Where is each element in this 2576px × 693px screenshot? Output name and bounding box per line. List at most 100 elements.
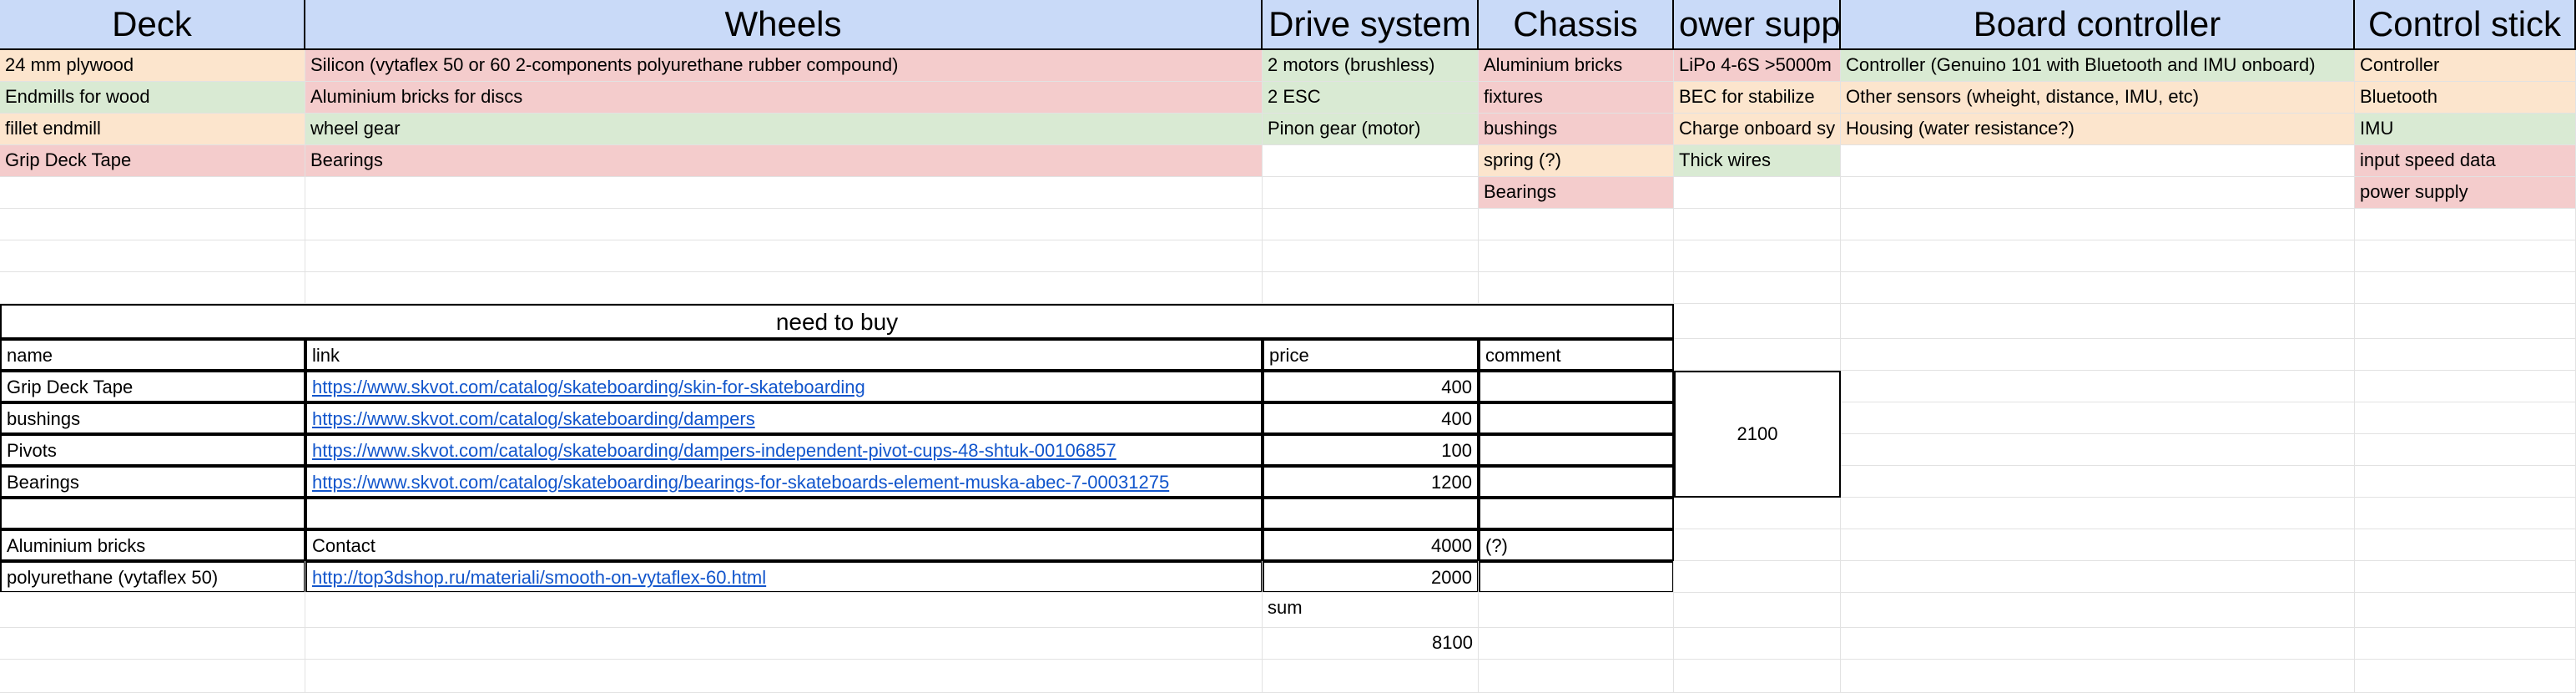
empty-cell[interactable] <box>2355 434 2576 466</box>
empty-cell[interactable] <box>2355 561 2576 593</box>
empty-cell[interactable] <box>2355 272 2576 304</box>
component-cell[interactable]: bushings <box>1479 114 1674 145</box>
header-drive[interactable]: Drive system <box>1263 0 1479 50</box>
buy-item-price[interactable]: 4000 <box>1263 529 1479 561</box>
empty-cell[interactable] <box>1263 209 1479 240</box>
buy-item-name[interactable]: Pivots <box>0 434 305 466</box>
empty-cell[interactable] <box>1674 593 1841 628</box>
empty-cell[interactable] <box>1263 240 1479 272</box>
empty-cell[interactable] <box>305 628 1263 660</box>
buy-item-comment[interactable] <box>1479 466 1674 498</box>
buy-item-comment[interactable] <box>1479 402 1674 434</box>
empty-cell[interactable] <box>2355 240 2576 272</box>
empty-cell[interactable] <box>1674 304 1841 339</box>
buy-item-price[interactable]: 400 <box>1263 371 1479 402</box>
empty-cell[interactable] <box>2355 402 2576 434</box>
empty-cell[interactable] <box>1674 339 1841 371</box>
empty-cell[interactable] <box>1841 561 2355 593</box>
empty-cell[interactable] <box>1841 660 2355 693</box>
empty-cell[interactable] <box>1263 272 1479 304</box>
empty-cell[interactable] <box>1674 240 1841 272</box>
empty-cell[interactable] <box>1479 240 1674 272</box>
empty-cell[interactable] <box>2355 339 2576 371</box>
empty-cell[interactable] <box>2355 466 2576 498</box>
component-cell[interactable]: input speed data <box>2355 145 2576 177</box>
empty-cell[interactable] <box>1479 593 1674 628</box>
empty-cell[interactable] <box>1263 660 1479 693</box>
buy-item-link[interactable]: https://www.skvot.com/catalog/skateboard… <box>305 371 1263 402</box>
empty-cell[interactable] <box>0 593 305 628</box>
empty-cell[interactable] <box>1841 304 2355 339</box>
empty-cell[interactable] <box>1674 561 1841 593</box>
empty-cell[interactable] <box>1841 339 2355 371</box>
empty-cell[interactable] <box>0 628 305 660</box>
component-cell[interactable]: 2 motors (brushless) <box>1263 50 1479 82</box>
component-cell[interactable] <box>1841 177 2355 209</box>
component-cell[interactable]: Pinon gear (motor) <box>1263 114 1479 145</box>
empty-cell[interactable] <box>2355 304 2576 339</box>
empty-cell[interactable] <box>305 272 1263 304</box>
empty-cell[interactable] <box>0 272 305 304</box>
empty-cell[interactable] <box>2355 593 2576 628</box>
component-cell[interactable]: Silicon (vytaflex 50 or 60 2-components … <box>305 50 1263 82</box>
empty-cell[interactable] <box>1841 209 2355 240</box>
buy-item-link[interactable]: https://www.skvot.com/catalog/skateboard… <box>305 466 1263 498</box>
header-chassis[interactable]: Chassis <box>1479 0 1674 50</box>
empty-cell[interactable] <box>1674 272 1841 304</box>
empty-cell[interactable] <box>1479 561 1674 593</box>
empty-cell[interactable] <box>2355 371 2576 402</box>
header-control[interactable]: Control stick <box>2355 0 2576 50</box>
buy-item-comment[interactable] <box>1479 434 1674 466</box>
empty-cell[interactable] <box>1841 371 2355 402</box>
buy-item-name[interactable]: Bearings <box>0 466 305 498</box>
component-cell[interactable]: 24 mm plywood <box>0 50 305 82</box>
component-cell[interactable]: spring (?) <box>1479 145 1674 177</box>
component-cell[interactable]: 2 ESC <box>1263 82 1479 114</box>
empty-cell[interactable] <box>1674 660 1841 693</box>
component-cell[interactable]: Aluminium bricks for discs <box>305 82 1263 114</box>
component-cell[interactable]: Housing (water resistance?) <box>1841 114 2355 145</box>
empty-cell[interactable] <box>2355 660 2576 693</box>
component-cell[interactable] <box>1674 177 1841 209</box>
empty-cell[interactable] <box>2355 529 2576 561</box>
component-cell[interactable]: Charge onboard sy <box>1674 114 1841 145</box>
buy-item-link[interactable]: https://www.skvot.com/catalog/skateboard… <box>305 434 1263 466</box>
buy-item-link[interactable]: https://www.skvot.com/catalog/skateboard… <box>305 402 1263 434</box>
component-cell[interactable]: Thick wires <box>1674 145 1841 177</box>
empty-cell[interactable] <box>1674 209 1841 240</box>
empty-cell[interactable] <box>1674 529 1841 561</box>
empty-cell[interactable] <box>1841 593 2355 628</box>
buy-item-price[interactable]: 100 <box>1263 434 1479 466</box>
buy-item-link[interactable]: Contact <box>305 529 1263 561</box>
empty-cell[interactable] <box>1841 402 2355 434</box>
component-cell[interactable] <box>1841 145 2355 177</box>
component-cell[interactable]: Grip Deck Tape <box>0 145 305 177</box>
empty-cell[interactable] <box>2355 498 2576 529</box>
empty-cell[interactable] <box>2355 209 2576 240</box>
empty-cell[interactable] <box>305 240 1263 272</box>
empty-cell[interactable] <box>1841 529 2355 561</box>
component-cell[interactable] <box>1263 145 1479 177</box>
empty-cell[interactable] <box>0 561 305 593</box>
component-cell[interactable]: IMU <box>2355 114 2576 145</box>
component-cell[interactable] <box>1263 177 1479 209</box>
subtotal-box[interactable]: 2100 <box>1674 371 1841 498</box>
cell-link[interactable]: https://www.skvot.com/catalog/skateboard… <box>312 377 865 397</box>
component-cell[interactable]: fillet endmill <box>0 114 305 145</box>
buy-item-name[interactable] <box>0 498 305 529</box>
empty-cell[interactable] <box>1841 628 2355 660</box>
empty-cell[interactable] <box>1841 498 2355 529</box>
cell-link[interactable]: https://www.skvot.com/catalog/skateboard… <box>312 408 755 429</box>
component-cell[interactable]: Endmills for wood <box>0 82 305 114</box>
empty-cell[interactable] <box>1479 628 1674 660</box>
component-cell[interactable]: Other sensors (wheight, distance, IMU, e… <box>1841 82 2355 114</box>
empty-cell[interactable] <box>305 209 1263 240</box>
empty-cell[interactable] <box>1674 628 1841 660</box>
empty-cell[interactable] <box>305 561 1263 593</box>
empty-cell[interactable] <box>305 660 1263 693</box>
empty-cell[interactable] <box>1841 272 2355 304</box>
sum-label[interactable]: sum <box>1263 593 1479 628</box>
buy-item-comment[interactable] <box>1479 371 1674 402</box>
empty-cell[interactable] <box>1479 272 1674 304</box>
header-deck[interactable]: Deck <box>0 0 305 50</box>
